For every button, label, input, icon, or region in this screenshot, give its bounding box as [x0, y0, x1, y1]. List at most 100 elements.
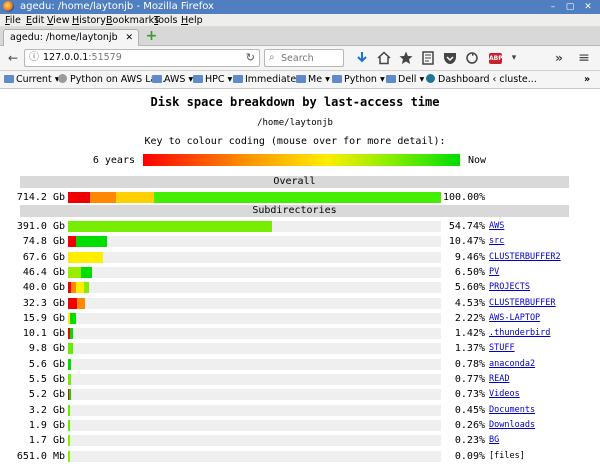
- bookmark-me[interactable]: Me ▾: [296, 71, 330, 89]
- directory-link[interactable]: BG: [489, 433, 499, 448]
- row-usage-bar[interactable]: [68, 374, 441, 385]
- directory-link[interactable]: Videos: [489, 387, 520, 402]
- menu-view[interactable]: View: [47, 14, 70, 27]
- bookmark-dashboard[interactable]: Dashboard ‹ cluste...: [426, 71, 537, 89]
- reload-icon[interactable]: ↻: [246, 50, 255, 66]
- directory-link[interactable]: PROJECTS: [489, 280, 530, 295]
- search-input[interactable]: [281, 51, 341, 65]
- menu-edit[interactable]: Edit: [26, 14, 44, 27]
- directory-link[interactable]: Downloads: [489, 418, 535, 433]
- age-segment: [90, 192, 117, 203]
- new-tab-button[interactable]: +: [145, 29, 158, 43]
- close-window-button[interactable]: ✕: [583, 2, 593, 12]
- row-usage-bar[interactable]: [68, 358, 441, 370]
- directory-link[interactable]: anaconda2: [489, 357, 535, 372]
- age-segment: [68, 358, 71, 370]
- directory-link[interactable]: CLUSTERBUFFER2: [489, 250, 561, 265]
- table-row: 67.6 Gb 9.46% CLUSTERBUFFER2: [0, 250, 590, 265]
- directory-link[interactable]: src: [489, 234, 504, 249]
- row-percent: 0.77%: [454, 374, 485, 385]
- home-icon[interactable]: [376, 50, 392, 66]
- row-percent: 0.45%: [454, 404, 485, 416]
- row-usage-bar[interactable]: [68, 221, 441, 232]
- bookmark-current[interactable]: Current ▾: [4, 71, 59, 89]
- age-segment: [77, 297, 85, 309]
- subdirectories-section-header: Subdirectories: [20, 205, 569, 217]
- row-usage-bar[interactable]: [68, 328, 441, 340]
- bookmark-dell[interactable]: Dell ▾: [386, 71, 424, 89]
- menu-bookmarks[interactable]: Bookmarks: [106, 14, 159, 27]
- row-size: 5.6 Gb: [28, 358, 65, 370]
- sync-icon[interactable]: [464, 50, 480, 66]
- download-icon[interactable]: [354, 50, 370, 66]
- age-segment: [68, 251, 104, 263]
- overflow-icon[interactable]: »: [551, 50, 567, 66]
- bookmarks-overflow-icon[interactable]: »: [584, 71, 590, 89]
- row-usage-bar[interactable]: [68, 343, 441, 355]
- close-tab-icon[interactable]: ✕: [125, 30, 133, 46]
- search-bar[interactable]: ⌕: [264, 49, 344, 67]
- row-usage-bar[interactable]: [68, 450, 441, 462]
- table-row: 651.0 Mb 0.09% [files]: [0, 449, 590, 464]
- menu-tools[interactable]: Tools: [154, 14, 177, 27]
- directory-link[interactable]: AWS-LAPTOP: [489, 311, 540, 326]
- row-size: 1.7 Gb: [28, 435, 65, 447]
- bookmark-hpc[interactable]: HPC ▾: [193, 71, 232, 89]
- directory-link[interactable]: STUFF: [489, 341, 515, 356]
- row-percent: 0.78%: [454, 358, 485, 370]
- row-percent: 54.74%: [448, 221, 485, 232]
- row-size: 9.8 Gb: [28, 343, 65, 355]
- row-usage-bar[interactable]: [68, 312, 441, 324]
- row-usage-bar[interactable]: [68, 419, 441, 431]
- key-description: Key to colour coding (mouse over for mor…: [144, 136, 446, 147]
- directory-link[interactable]: READ: [489, 372, 509, 387]
- bookmark-python[interactable]: Python ▾: [332, 71, 385, 89]
- overall-usage-bar[interactable]: [68, 192, 441, 203]
- row-usage-bar[interactable]: [68, 236, 441, 248]
- row-size: 651.0 Mb: [16, 450, 65, 462]
- pocket-icon[interactable]: [442, 50, 458, 66]
- url-text[interactable]: 127.0.0.1:51579: [43, 50, 122, 66]
- url-bar[interactable]: ⓘ 127.0.0.1:51579 ↻: [24, 49, 260, 67]
- age-segment: [69, 328, 74, 340]
- colour-key-gradient[interactable]: [143, 154, 460, 166]
- reader-icon[interactable]: [420, 50, 436, 66]
- directory-link[interactable]: Documents: [489, 403, 535, 418]
- row-usage-bar[interactable]: [68, 282, 441, 294]
- directory-link[interactable]: AWS: [489, 219, 504, 234]
- directory-link[interactable]: .thunderbird: [489, 326, 550, 341]
- directory-link[interactable]: PV: [489, 265, 499, 280]
- row-usage-bar[interactable]: [68, 266, 441, 278]
- menu-icon[interactable]: ≡: [576, 50, 592, 66]
- row-percent: 2.22%: [454, 312, 485, 324]
- info-icon[interactable]: ⓘ: [29, 50, 39, 66]
- age-segment: [81, 266, 93, 278]
- menu-file[interactable]: File: [5, 14, 21, 27]
- tab-strip: agedu: /home/laytonjb ✕ +: [0, 27, 600, 46]
- age-segment: [153, 192, 441, 203]
- row-percent: 9.46%: [454, 251, 485, 263]
- bookmark-aws[interactable]: AWS ▾: [152, 71, 193, 89]
- directory-link[interactable]: CLUSTERBUFFER: [489, 296, 556, 311]
- extension-dropdown-icon[interactable]: ▾: [506, 50, 522, 66]
- row-usage-bar[interactable]: [68, 297, 441, 309]
- back-button[interactable]: ←: [5, 50, 21, 66]
- bookmark-immediate[interactable]: Immediate ▾: [233, 71, 304, 89]
- row-usage-bar[interactable]: [68, 404, 441, 416]
- adblock-icon[interactable]: ABP: [489, 53, 503, 64]
- menu-help[interactable]: Help: [181, 14, 203, 27]
- tab-agedu[interactable]: agedu: /home/laytonjb ✕: [3, 29, 139, 46]
- row-usage-bar[interactable]: [68, 389, 441, 401]
- row-usage-bar[interactable]: [68, 251, 441, 263]
- star-icon[interactable]: [398, 50, 414, 66]
- key-old-label: 6 years: [92, 155, 135, 166]
- firefox-icon: [3, 1, 14, 12]
- minimize-button[interactable]: –: [548, 2, 558, 12]
- row-usage-bar[interactable]: [68, 435, 441, 447]
- folder-icon: [296, 75, 306, 83]
- folder-icon: [152, 75, 162, 83]
- maximize-button[interactable]: ▢: [565, 2, 575, 12]
- bookmark-python-on-aws[interactable]: Python on AWS La...: [58, 71, 165, 89]
- menu-history[interactable]: History: [72, 14, 106, 27]
- page-content: Disk space breakdown by last-access time…: [0, 89, 600, 470]
